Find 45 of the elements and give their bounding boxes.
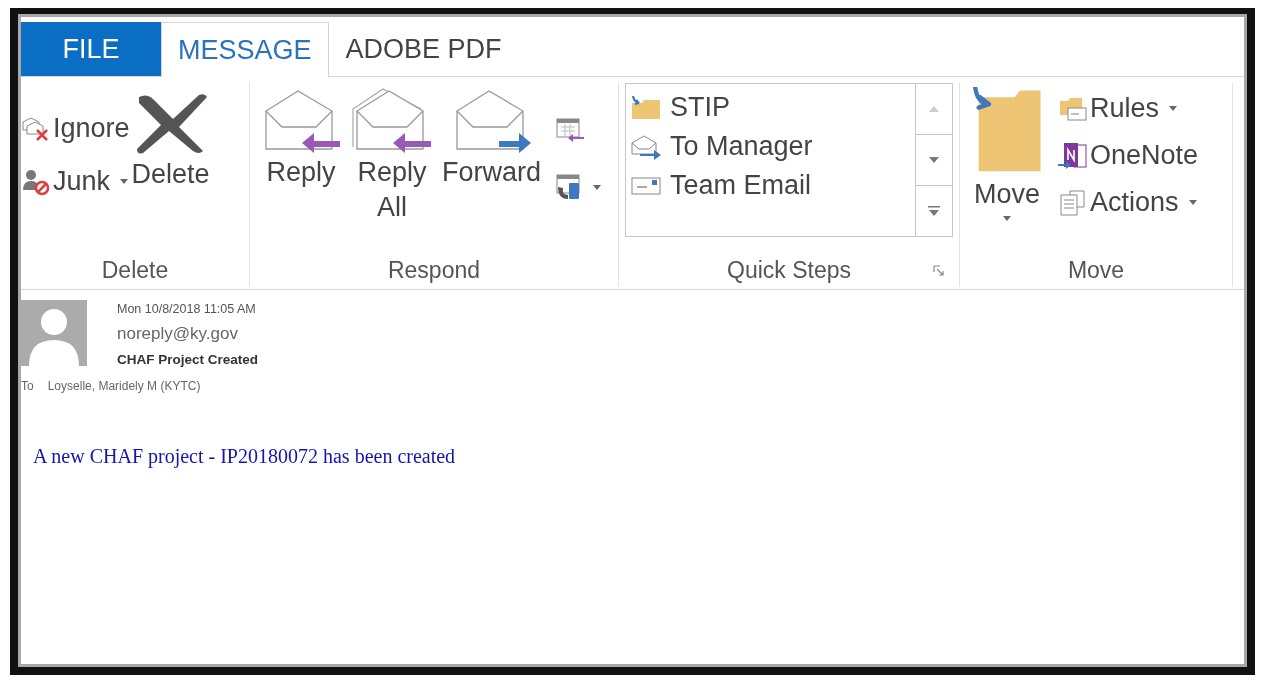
group-label: Quick Steps <box>727 256 851 284</box>
envelope-arrow-icon <box>630 133 662 160</box>
down-arrow-icon <box>929 157 939 163</box>
recipient: Loyselle, Maridely M (KYTC) <box>47 379 201 393</box>
to-label: To <box>21 379 34 393</box>
sender: noreply@ky.gov <box>117 324 239 344</box>
ribbon-button[interactable]: Reply <box>260 83 342 191</box>
ribbon-tab[interactable]: ADOBE PDF <box>328 22 519 76</box>
ribbon-button[interactable]: OneNote <box>1058 140 1199 171</box>
quick-step[interactable]: To Manager <box>630 131 915 162</box>
ribbon-button[interactable]: Reply All <box>352 83 432 226</box>
more-icon <box>928 206 940 216</box>
ribbon-tab[interactable]: MESSAGE <box>161 22 329 77</box>
ribbon-button[interactable]: Rules <box>1058 93 1199 124</box>
delete-button[interactable]: Delete <box>131 83 210 190</box>
message-subject: CHAF Project Created <box>117 352 259 367</box>
junk-icon <box>21 167 51 196</box>
folder-arrow-icon <box>630 94 662 121</box>
ribbon-button[interactable]: Forward <box>442 83 542 191</box>
message-date: Mon 10/8/2018 11:05 AM <box>117 302 257 316</box>
group-label: Respond <box>386 255 482 285</box>
ribbon-button[interactable]: Ignore <box>21 113 130 144</box>
envelope-arrow-left-icon <box>351 87 433 153</box>
document-icon <box>1058 188 1088 217</box>
caret-icon <box>1003 216 1011 221</box>
move-button[interactable]: Move <box>966 83 1048 221</box>
quick-step[interactable]: Team Email <box>630 170 915 201</box>
ribbon-tab[interactable]: FILE <box>21 22 161 76</box>
ribbon-button[interactable] <box>555 173 602 201</box>
caret-icon <box>1188 200 1197 205</box>
ignore-icon <box>21 115 51 142</box>
calendar-reply-icon <box>555 117 586 143</box>
quick-step[interactable]: STIP <box>630 92 915 123</box>
notebook-icon <box>1058 141 1088 170</box>
ribbon-button[interactable]: Junk <box>21 166 130 197</box>
caret-icon <box>1169 106 1178 111</box>
dialog-launcher-icon[interactable] <box>933 265 945 277</box>
avatar <box>21 300 87 366</box>
up-arrow-icon <box>929 106 939 112</box>
caret-icon <box>593 184 602 190</box>
caret-icon <box>120 179 129 184</box>
group-label: Move <box>1066 255 1126 285</box>
group-label: Delete <box>100 255 170 285</box>
message-body: A new CHAF project - IP20180072 has been created <box>33 445 457 468</box>
ribbon-button[interactable]: Actions <box>1058 187 1199 218</box>
